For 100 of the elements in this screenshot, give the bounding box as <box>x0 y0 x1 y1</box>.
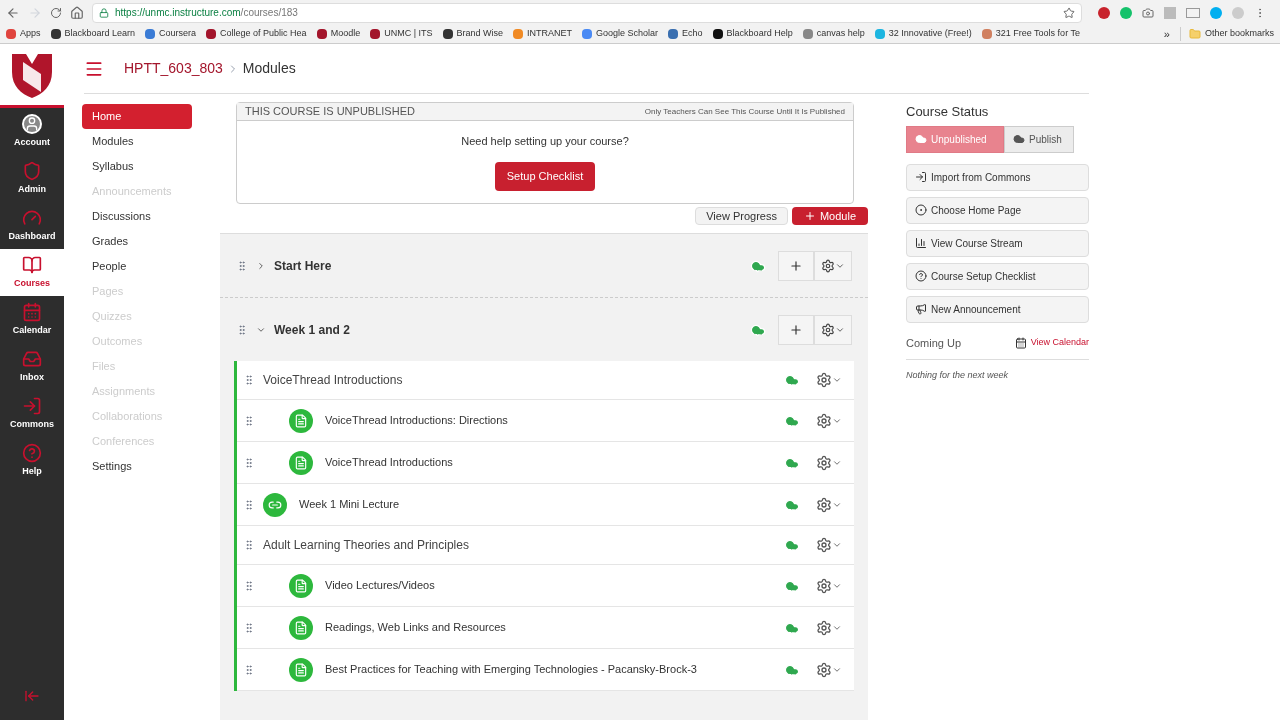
document-icon <box>289 408 313 433</box>
bar-chart-icon <box>915 237 927 249</box>
global-nav-item[interactable]: Commons <box>0 390 64 437</box>
global-nav-item[interactable]: Help <box>0 437 64 484</box>
status-toggle-button[interactable]: Publish <box>1004 125 1074 153</box>
address-bar[interactable]: https://unmc.instructure.com/courses/183 <box>92 2 1082 23</box>
add-module-button[interactable]: Module <box>791 206 868 225</box>
extension-icon[interactable] <box>1186 7 1200 18</box>
calendar-icon <box>22 301 42 322</box>
bookmark[interactable]: 32 Innovative (Free!) <box>874 27 972 41</box>
module-header[interactable]: Week 1 and 2 <box>220 298 868 361</box>
drag-handle-icon[interactable] <box>243 663 255 676</box>
global-nav-item[interactable]: Dashboard <box>0 202 64 249</box>
settings-menu-button[interactable] <box>816 496 842 513</box>
settings-menu-button[interactable] <box>816 577 842 594</box>
bookmark[interactable]: Coursera <box>145 27 197 41</box>
bookmark[interactable]: Blackboard Learn <box>50 27 136 41</box>
extension-icon[interactable] <box>1120 6 1132 19</box>
extension-icon[interactable] <box>1210 6 1222 19</box>
drag-handle-icon[interactable] <box>243 621 255 634</box>
bookmark[interactable]: Blackboard Help <box>712 27 793 41</box>
bookmark-star-icon[interactable] <box>1063 6 1075 19</box>
bookmark[interactable]: INTRANET <box>513 27 573 41</box>
settings-icon <box>816 537 832 553</box>
bookmark[interactable]: UNMC | ITS <box>370 27 433 41</box>
settings-menu-button[interactable] <box>816 454 842 471</box>
coming-up-heading: Coming Up <box>906 335 962 351</box>
bookmark[interactable]: Echo <box>668 27 703 41</box>
document-icon <box>289 657 313 682</box>
plus-icon <box>803 209 816 222</box>
cloud-icon <box>1013 133 1025 145</box>
global-nav-item[interactable]: Admin <box>0 155 64 202</box>
settings-icon <box>821 258 835 273</box>
global-nav-item[interactable]: Calendar <box>0 296 64 343</box>
module-item-title[interactable]: Readings, Web Links and Resources <box>325 619 506 636</box>
bookmark[interactable]: Moodle <box>316 27 361 41</box>
module-item-title[interactable]: Video Lectures/Videos <box>325 577 435 594</box>
drag-handle-icon[interactable] <box>243 539 255 551</box>
course-nav-link[interactable]: Home <box>82 104 192 129</box>
drag-handle-icon[interactable] <box>236 323 248 336</box>
module-item-title[interactable]: VoiceThread Introductions <box>325 454 453 471</box>
sidebar-action-button[interactable]: Import from Commons <box>906 163 1089 191</box>
drag-handle-icon[interactable] <box>243 579 255 592</box>
settings-menu-button[interactable] <box>816 537 842 553</box>
url-host: https://unmc.instructure.com <box>115 6 241 20</box>
camera-icon[interactable] <box>1142 6 1154 19</box>
breadcrumb-link[interactable]: HPTT_603_803 <box>124 58 223 79</box>
collapsed-caret-icon[interactable] <box>256 260 266 271</box>
plus-icon <box>789 258 803 273</box>
course-nav-link[interactable]: Settings <box>82 454 192 479</box>
global-nav-item[interactable]: Courses <box>0 249 64 296</box>
collapse-icon[interactable] <box>24 688 40 704</box>
settings-menu-button[interactable] <box>816 661 842 678</box>
drag-handle-icon[interactable] <box>243 498 255 511</box>
folder-icon <box>1188 28 1201 40</box>
module-settings-button[interactable] <box>814 250 852 281</box>
megaphone-icon <box>915 303 927 315</box>
module-title: Week 1 and 2 <box>274 321 350 339</box>
settings-menu-button[interactable] <box>816 372 842 388</box>
settings-icon <box>816 661 832 678</box>
course-nav-link[interactable]: Discussions <box>82 204 192 229</box>
module-item-title[interactable]: VoiceThread Introductions: Directions <box>325 412 508 429</box>
setup-checklist-button[interactable]: Setup Checklist <box>494 161 596 191</box>
sidebar-action-button[interactable]: Choose Home Page <box>906 196 1089 224</box>
home-icon[interactable] <box>70 5 84 20</box>
sidebar-action-button[interactable]: Course Setup Checklist <box>906 262 1089 290</box>
module-item-title[interactable]: Week 1 Mini Lecture <box>299 496 400 513</box>
course-nav-link[interactable]: Modules <box>82 129 192 154</box>
course-nav-link[interactable]: Syllabus <box>82 154 192 179</box>
global-nav-item[interactable]: Account <box>0 108 64 155</box>
settings-menu-button[interactable] <box>816 412 842 429</box>
bookmark-folder[interactable]: Other bookmarks <box>1179 27 1274 41</box>
bookmark[interactable]: Brand Wise <box>442 27 504 41</box>
reload-icon[interactable] <box>50 6 62 19</box>
view-calendar-link[interactable]: View Calendar <box>1014 336 1089 350</box>
module-settings-button[interactable] <box>814 314 852 345</box>
sidebar-action-button[interactable]: New Announcement <box>906 295 1089 323</box>
back-icon[interactable] <box>6 5 20 20</box>
settings-icon <box>816 372 832 388</box>
drag-handle-icon[interactable] <box>243 456 255 469</box>
bookmark[interactable]: Google Scholar <box>582 27 659 41</box>
course-nav-link[interactable]: Grades <box>82 229 192 254</box>
settings-menu-button[interactable] <box>816 619 842 636</box>
bookmark[interactable]: Apps <box>6 27 41 41</box>
course-nav-link[interactable]: People <box>82 254 192 279</box>
bookmark[interactable]: canvas help <box>802 27 865 41</box>
drag-handle-icon[interactable] <box>243 374 255 386</box>
settings-icon <box>816 496 832 513</box>
bookmark[interactable]: 321 Free Tools for Te <box>981 27 1080 41</box>
document-icon <box>289 573 313 598</box>
extension-icon[interactable] <box>1098 6 1110 19</box>
bookmarks-overflow[interactable]: » <box>1163 25 1170 43</box>
drag-handle-icon[interactable] <box>236 259 248 272</box>
bookmark[interactable]: College of Public Hea <box>206 27 307 41</box>
global-nav-item[interactable]: Inbox <box>0 343 64 390</box>
drag-handle-icon[interactable] <box>243 414 255 427</box>
sidebar-action-button[interactable]: View Course Stream <box>906 229 1089 257</box>
view-progress-button[interactable]: View Progress <box>695 206 788 225</box>
module-header[interactable]: Start Here <box>220 234 868 297</box>
notice-title: THIS COURSE IS UNPUBLISHED <box>245 104 415 120</box>
